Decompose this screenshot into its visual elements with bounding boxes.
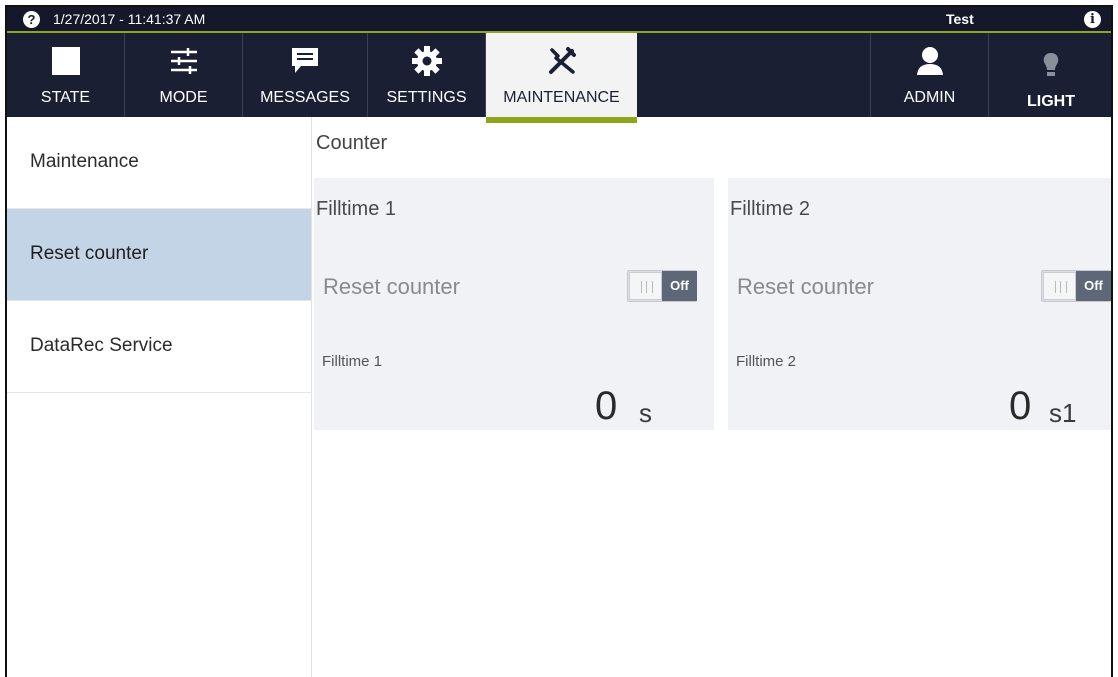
sidebar-item-reset-counter[interactable]: Reset counter xyxy=(7,209,311,301)
user-icon xyxy=(914,45,946,82)
counter-value: 0 xyxy=(595,384,618,428)
reset-counter-toggle-2[interactable]: Off xyxy=(1041,270,1111,302)
datetime: 1/27/2017 - 11:41:37 AM xyxy=(53,11,206,27)
nav-maintenance-label: MAINTENANCE xyxy=(503,89,620,106)
messages-icon xyxy=(289,45,321,82)
reset-counter-label: Reset counter xyxy=(737,274,874,299)
sidebar: Maintenance Reset counter DataRec Servic… xyxy=(7,117,312,677)
filltime-2-card: Filltime 2 Reset counter Off Filltime 2 … xyxy=(728,178,1111,430)
nav-messages-label: MESSAGES xyxy=(260,89,350,106)
state-icon xyxy=(50,45,82,82)
help-icon[interactable]: ? xyxy=(23,11,40,28)
counter-value: 0 xyxy=(1009,384,1032,428)
nav-maintenance[interactable]: MAINTENANCE xyxy=(486,33,637,123)
reset-counter-label: Reset counter xyxy=(323,274,460,299)
filltime-1-card: Filltime 1 Reset counter Off Filltime 1 … xyxy=(314,178,714,430)
lightbulb-icon xyxy=(1040,51,1062,84)
toggle-state: Off xyxy=(662,271,697,301)
active-tab-indicator xyxy=(486,117,637,123)
gear-icon xyxy=(411,45,443,82)
card-title: Filltime 2 xyxy=(730,198,811,220)
nav-light[interactable]: LIGHT xyxy=(988,33,1111,117)
main-nav: STATE MODE MESSAGES SETTINGS MAINTENANCE… xyxy=(7,33,1111,123)
sidebar-item-datarec-service[interactable]: DataRec Service xyxy=(7,301,311,393)
app-window: ? 1/27/2017 - 11:41:37 AM Test i STATE M… xyxy=(5,5,1113,677)
nav-settings[interactable]: SETTINGS xyxy=(368,33,486,117)
nav-mode[interactable]: MODE xyxy=(125,33,243,117)
nav-state-label: STATE xyxy=(40,89,91,106)
value-label: Filltime 1 xyxy=(322,353,383,370)
reset-counter-toggle-1[interactable]: Off xyxy=(627,270,697,302)
status-bar: ? 1/27/2017 - 11:41:37 AM Test i xyxy=(7,7,1111,33)
user-label: Test xyxy=(946,11,974,27)
sliders-icon xyxy=(168,45,200,82)
nav-settings-label: SETTINGS xyxy=(386,89,467,106)
nav-mode-label: MODE xyxy=(159,89,208,106)
nav-messages[interactable]: MESSAGES xyxy=(243,33,368,117)
nav-light-label: LIGHT xyxy=(1027,93,1075,110)
nav-admin[interactable]: ADMIN xyxy=(870,33,988,117)
nav-state[interactable]: STATE xyxy=(7,33,125,117)
nav-admin-label: ADMIN xyxy=(903,89,956,106)
value-label: Filltime 2 xyxy=(736,353,797,370)
page-title: Counter xyxy=(316,132,388,154)
sidebar-item-maintenance[interactable]: Maintenance xyxy=(7,117,311,209)
card-title: Filltime 1 xyxy=(316,198,397,220)
tools-icon xyxy=(546,45,578,82)
counter-unit: s1 xyxy=(1049,398,1077,428)
toggle-state: Off xyxy=(1076,271,1111,301)
toggle-knob xyxy=(629,272,662,300)
toggle-knob xyxy=(1043,272,1076,300)
info-icon[interactable]: i xyxy=(1084,11,1101,28)
counter-unit: s xyxy=(639,398,652,428)
